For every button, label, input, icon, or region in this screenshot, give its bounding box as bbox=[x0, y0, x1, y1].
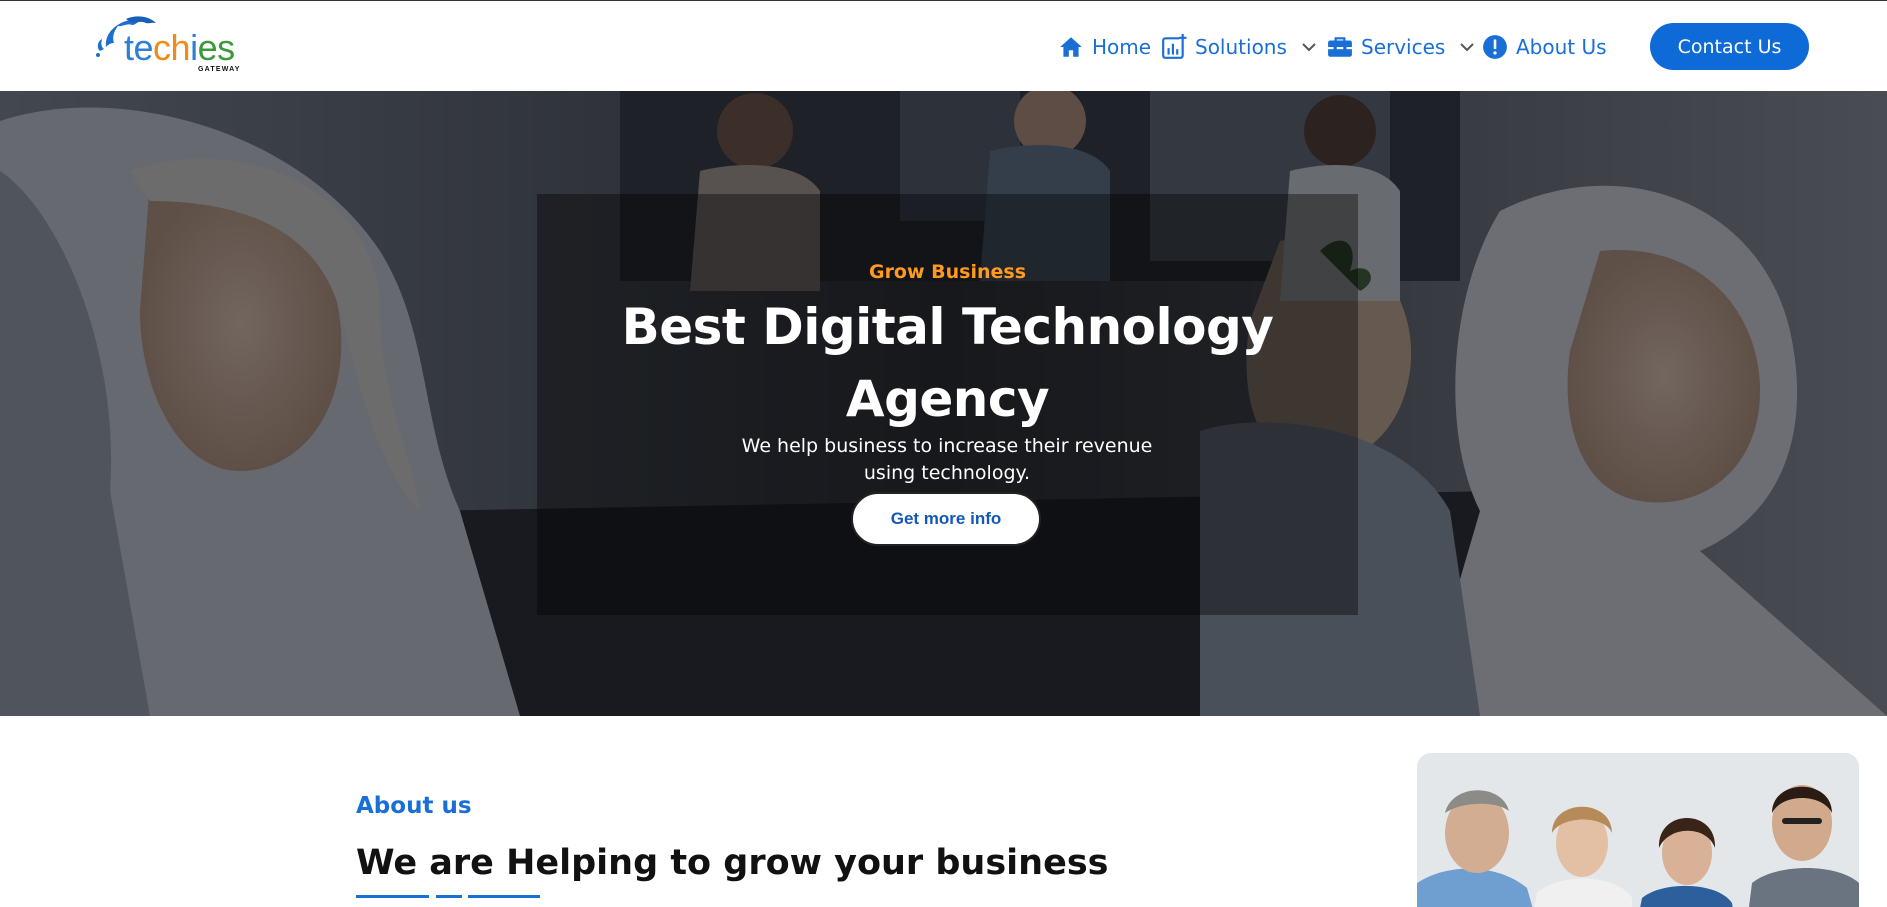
logo-wordmark: techies bbox=[124, 27, 235, 68]
nav-label: Solutions bbox=[1195, 35, 1287, 59]
hero-eyebrow: Grow Business bbox=[868, 261, 1027, 283]
about-team-photo bbox=[1417, 753, 1859, 907]
title-underline-segment bbox=[356, 895, 429, 898]
home-icon bbox=[1060, 37, 1082, 57]
team-photo-image bbox=[1417, 753, 1859, 907]
about-title: We are Helping to grow your business bbox=[356, 843, 1109, 883]
nav-item-home[interactable]: Home bbox=[1058, 29, 1151, 65]
title-underline-segment bbox=[436, 895, 462, 898]
nav-label: About Us bbox=[1516, 35, 1607, 59]
chevron-down-icon bbox=[1460, 43, 1475, 52]
nav-item-about-us[interactable]: About Us bbox=[1482, 29, 1607, 65]
hero-title: Best Digital Technology Agency bbox=[621, 298, 1274, 428]
hero-description: We help business to increase their reven… bbox=[741, 435, 1153, 484]
nav-label: Home bbox=[1092, 35, 1152, 59]
toolbox-icon bbox=[1328, 37, 1352, 57]
contact-us-button[interactable]: Contact Us bbox=[1650, 23, 1809, 70]
about-eyebrow: About us bbox=[356, 793, 472, 819]
logo-subtext: GATEWAY bbox=[198, 66, 241, 73]
techies-logo[interactable]: techies GATEWAY bbox=[92, 13, 262, 75]
chevron-down-icon bbox=[1302, 43, 1316, 52]
hero-section: Grow Business Best Digital Technology Ag… bbox=[0, 91, 1887, 716]
info-circle-icon bbox=[1483, 35, 1507, 59]
nav-item-services[interactable]: Services bbox=[1327, 29, 1475, 65]
site-header: techies GATEWAY Home Solutions Services … bbox=[0, 1, 1887, 91]
nav-label: Services bbox=[1361, 35, 1446, 59]
title-underline-segment bbox=[468, 895, 540, 898]
chart-add-icon bbox=[1162, 34, 1187, 59]
nav-item-solutions[interactable]: Solutions bbox=[1161, 29, 1317, 65]
get-more-info-button[interactable]: Get more info bbox=[851, 492, 1041, 546]
